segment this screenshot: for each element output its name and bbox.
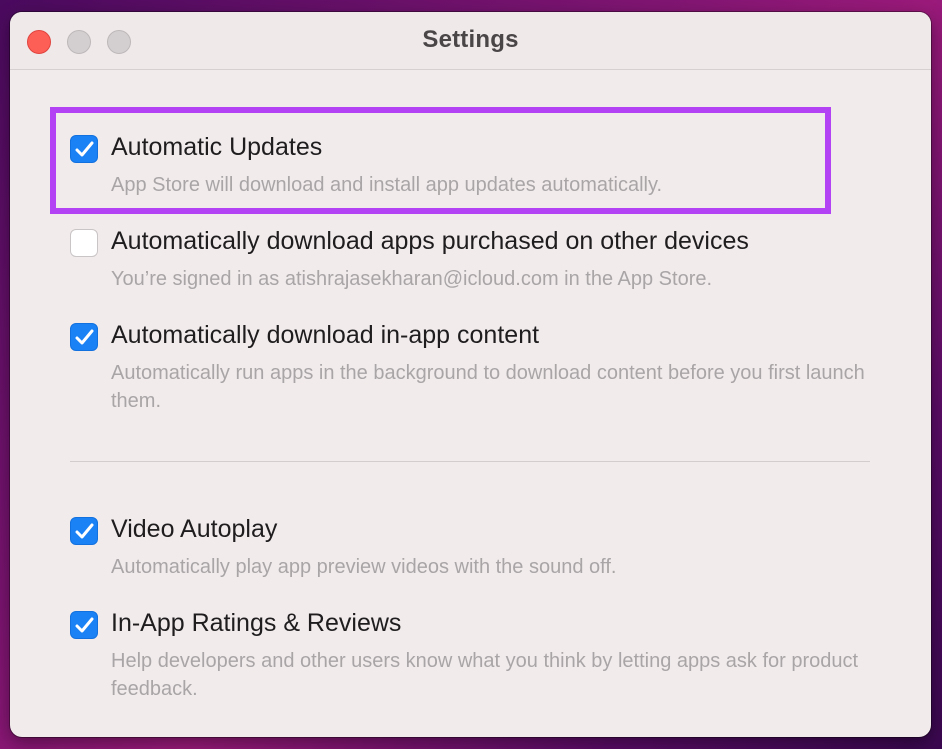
checkmark-icon [75, 523, 94, 539]
section-divider [70, 461, 870, 462]
ratings-reviews-description: Help developers and other users know wha… [111, 650, 859, 700]
in-app-content-checkbox[interactable] [70, 323, 98, 351]
download-purchased-apps-description: You’re signed in as atishrajasekharan@ic… [111, 268, 713, 290]
settings-window: Settings Automatic Updates App Store wil… [10, 12, 931, 737]
automatic-updates-label[interactable]: Automatic Updates [111, 133, 322, 162]
automatic-updates-checkbox[interactable] [70, 135, 98, 163]
video-autoplay-description: Automatically play app preview videos wi… [111, 556, 617, 578]
automatic-updates-description: App Store will download and install app … [111, 174, 663, 196]
in-app-content-label[interactable]: Automatically download in-app content [111, 321, 539, 350]
download-purchased-apps-checkbox[interactable] [70, 229, 98, 257]
checkmark-icon [75, 329, 94, 345]
in-app-content-description: Automatically run apps in the background… [111, 362, 865, 412]
checkmark-icon [75, 141, 94, 157]
window-title: Settings [422, 26, 519, 53]
settings-content: Automatic Updates App Store will downloa… [10, 70, 931, 737]
checkmark-icon [75, 617, 94, 633]
title-bar: Settings [10, 12, 931, 70]
ratings-reviews-label[interactable]: In-App Ratings & Reviews [111, 609, 401, 638]
ratings-reviews-checkbox[interactable] [70, 611, 98, 639]
video-autoplay-checkbox[interactable] [70, 517, 98, 545]
download-purchased-apps-label[interactable]: Automatically download apps purchased on… [111, 227, 749, 256]
video-autoplay-label[interactable]: Video Autoplay [111, 515, 277, 544]
